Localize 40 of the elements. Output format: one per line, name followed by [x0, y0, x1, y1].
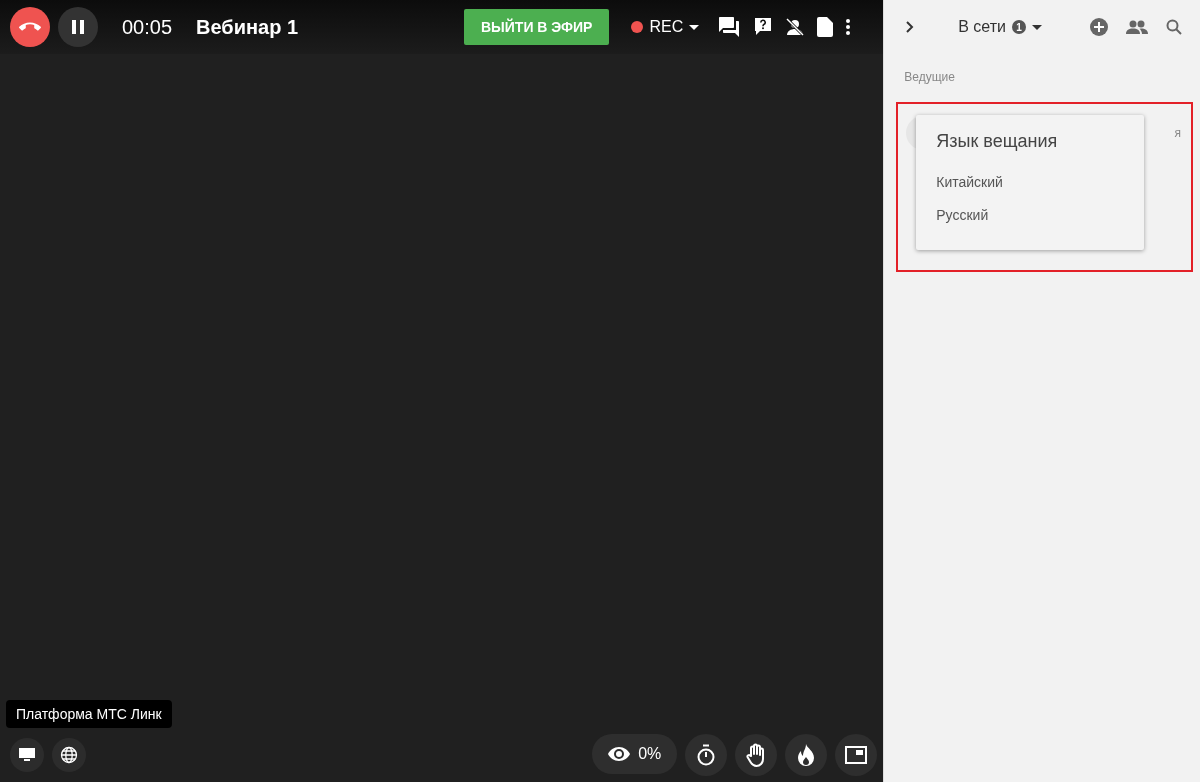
add-icon[interactable] — [1090, 18, 1108, 36]
chat-icon[interactable] — [717, 15, 742, 39]
muted-person-icon[interactable] — [785, 17, 806, 37]
monitor-icon — [19, 748, 35, 762]
section-label: Ведущие — [904, 70, 956, 84]
flame-icon — [798, 744, 815, 766]
more-icon[interactable] — [845, 17, 852, 37]
fire-button[interactable] — [785, 734, 828, 776]
globe-button[interactable] — [52, 738, 86, 772]
raise-hand-button[interactable] — [735, 734, 778, 776]
tooltip: Платформа МТС Линк — [6, 700, 172, 728]
hang-up-button[interactable] — [10, 7, 50, 47]
question-icon[interactable] — [753, 17, 774, 37]
eye-icon — [608, 746, 631, 762]
participant-label: я — [1174, 126, 1181, 142]
timer: 00:05 — [122, 15, 173, 39]
caret-icon — [1032, 24, 1042, 30]
caret-icon — [689, 24, 700, 30]
online-dropdown[interactable]: В сети 1 — [958, 18, 1042, 36]
menu-item[interactable]: Китайский — [916, 174, 1145, 207]
picture-in-picture-button[interactable] — [835, 734, 878, 776]
hand-icon — [746, 743, 767, 767]
webinar-title: Вебинар 1 — [196, 15, 299, 39]
viewers-button[interactable]: 0% — [592, 734, 678, 774]
document-icon[interactable] — [817, 17, 834, 37]
pause-button[interactable] — [58, 7, 98, 47]
record-dot-icon — [631, 21, 644, 33]
search-icon[interactable] — [1166, 19, 1182, 35]
recording-dropdown[interactable]: REC — [631, 18, 700, 36]
pause-icon — [71, 20, 85, 34]
globe-icon — [60, 746, 78, 764]
menu-item[interactable]: Русский — [916, 207, 1145, 240]
menu-title: Язык вещания — [936, 131, 1059, 152]
screen-button[interactable] — [10, 738, 44, 772]
timer-button[interactable] — [685, 734, 728, 776]
picture-in-picture-icon — [845, 746, 868, 764]
stopwatch-icon — [696, 744, 717, 766]
count-badge: 1 — [1012, 20, 1026, 34]
people-icon[interactable] — [1126, 20, 1148, 34]
chevron-right-icon[interactable] — [906, 21, 915, 33]
